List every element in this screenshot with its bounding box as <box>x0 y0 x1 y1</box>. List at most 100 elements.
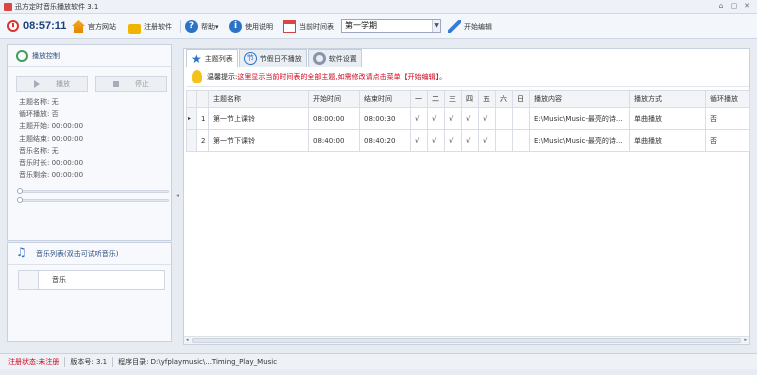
close-button[interactable]: ✕ <box>742 2 752 11</box>
tab-theme-list[interactable]: ★ 主题列表 <box>186 49 238 68</box>
cell[interactable]: 单曲播放 <box>629 129 706 152</box>
column-header[interactable]: 播放内容 <box>529 90 630 108</box>
timetable-button[interactable]: 当前时间表 <box>283 19 334 34</box>
maximize-button[interactable]: ▢ <box>729 2 739 11</box>
cell[interactable] <box>512 107 530 130</box>
register-status: 注册状态:未注册 <box>8 357 60 366</box>
cell[interactable]: 单曲播放 <box>629 107 706 130</box>
horizontal-scrollbar[interactable]: ◂ ▸ <box>184 336 749 344</box>
cell[interactable]: E:\Music\Music-最亮的诗... <box>529 107 630 130</box>
term-select[interactable]: 第一学期 ▼ <box>341 19 441 33</box>
cell[interactable]: √ <box>410 107 428 130</box>
column-header[interactable]: 日 <box>512 90 530 108</box>
music-duration-line: 音乐时长: 00:00:00 <box>19 158 84 167</box>
hint-text: 这里显示当前时间表的全部主题,如需修改请点击菜单【开始编辑】。 <box>237 72 447 81</box>
timetable-label: 当前时间表 <box>299 22 334 31</box>
column-header[interactable]: 五 <box>478 90 496 108</box>
column-header[interactable]: 结束时间 <box>359 90 411 108</box>
cell[interactable]: E:\Music\Music-最亮的诗... <box>529 129 630 152</box>
cell[interactable]: √ <box>461 129 479 152</box>
cell[interactable]: √ <box>410 129 428 152</box>
scroll-right-icon[interactable]: ▸ <box>744 337 747 343</box>
music-list-panel: 音乐列表(双击可试听音乐) 音乐 <box>7 242 172 342</box>
cell[interactable]: 第一节上课铃 <box>208 107 309 130</box>
calendar-icon <box>283 20 296 33</box>
cell[interactable]: 否 <box>705 129 750 152</box>
register-label: 注册软件 <box>144 22 172 31</box>
tab-bar: ★ 主题列表 节 节假日不播放 软件设置 <box>186 49 363 68</box>
cell[interactable]: √ <box>478 107 496 130</box>
table-row[interactable]: 2 第一节下课铃 08:40:00 08:40:20 √ √ √ √ √ E:\… <box>186 129 750 152</box>
register-button[interactable]: 注册软件 <box>128 19 172 34</box>
play-button[interactable]: 播放 <box>16 76 88 92</box>
cell[interactable] <box>495 129 513 152</box>
lock-icon <box>128 23 141 34</box>
tab-holidays[interactable]: 节 节假日不播放 <box>238 49 307 67</box>
music-list-table[interactable]: 音乐 <box>18 270 165 290</box>
tab-label: 软件设置 <box>328 54 357 63</box>
theme-end-line: 主题结束: 00:00:00 <box>19 134 84 143</box>
lightbulb-icon <box>192 70 202 83</box>
column-header[interactable]: 一 <box>410 90 428 108</box>
loop-line: 循环播放: 否 <box>19 110 59 119</box>
website-button[interactable]: 官方网站 <box>72 19 116 34</box>
cell[interactable]: √ <box>427 107 445 130</box>
column-header[interactable]: 二 <box>427 90 445 108</box>
cell[interactable]: √ <box>427 129 445 152</box>
music-column-header: 音乐 <box>52 276 66 284</box>
cell[interactable]: 第一节下课铃 <box>208 129 309 152</box>
scroll-left-icon[interactable]: ◂ <box>186 337 189 343</box>
stop-button[interactable]: 停止 <box>95 76 167 92</box>
help-menu-button[interactable]: ? 帮助 ▾ <box>185 19 219 34</box>
clock-time: 08:57:11 <box>23 20 67 32</box>
website-label: 官方网站 <box>88 22 116 31</box>
cell[interactable]: 08:40:00 <box>308 129 360 152</box>
tab-settings[interactable]: 软件设置 <box>307 49 362 67</box>
player-panel-header: 播放控制 <box>8 45 171 67</box>
music-list-title: 音乐列表(双击可试听音乐) <box>36 249 119 258</box>
column-header[interactable]: 三 <box>444 90 462 108</box>
title-bar: 迅方定时音乐播放软件 3.1 ⌂ ▢ ✕ <box>0 0 757 14</box>
edit-button[interactable]: 开始编辑 <box>448 19 492 34</box>
play-control-icon <box>16 49 28 62</box>
column-header[interactable]: 循环播放 <box>705 90 750 108</box>
gear-icon <box>312 52 326 65</box>
hint-bar: 温馨提示: 这里显示当前时间表的全部主题,如需修改请点击菜单【开始编辑】。 <box>186 67 749 87</box>
row-indicator-icon <box>186 129 197 152</box>
cell[interactable]: 08:00:00 <box>308 107 360 130</box>
column-header[interactable]: 开始时间 <box>308 90 360 108</box>
cell[interactable] <box>495 107 513 130</box>
cell[interactable]: 08:00:30 <box>359 107 411 130</box>
cell[interactable]: √ <box>478 129 496 152</box>
column-header[interactable]: 主题名称 <box>208 90 309 108</box>
cell[interactable]: √ <box>461 107 479 130</box>
stop-label: 停止 <box>135 80 149 88</box>
music-note-icon <box>16 245 32 260</box>
splitter-arrow-icon[interactable]: ◂ <box>176 192 179 199</box>
table-row[interactable]: ▸ 1 第一节上课铃 08:00:00 08:00:30 √ √ √ √ √ E… <box>186 107 750 130</box>
cell[interactable]: 08:40:20 <box>359 129 411 152</box>
chevron-down-icon[interactable]: ▼ <box>432 20 440 32</box>
theme-name-line: 主题名称: 无 <box>19 98 59 106</box>
hint-label: 温馨提示: <box>207 72 238 81</box>
usage-button[interactable]: i 使用说明 <box>229 19 273 34</box>
toolbar-divider <box>180 20 181 33</box>
cell[interactable]: 否 <box>705 107 750 130</box>
toolbar: 08:57:11 官方网站 注册软件 ? 帮助 ▾ i 使用说明 当前时间表 第… <box>0 14 757 39</box>
info-icon: i <box>229 20 242 33</box>
cell[interactable]: √ <box>444 107 462 130</box>
cell[interactable] <box>512 129 530 152</box>
play-icon <box>34 80 40 88</box>
progress-slider[interactable] <box>17 188 169 194</box>
slider-knob[interactable] <box>17 197 23 203</box>
column-header[interactable]: 四 <box>461 90 479 108</box>
minimize-button[interactable]: ⌂ <box>716 2 726 11</box>
column-header[interactable]: 六 <box>495 90 513 108</box>
column-header[interactable]: 播放方式 <box>629 90 706 108</box>
slider-knob[interactable] <box>17 188 23 194</box>
volume-slider[interactable] <box>17 197 169 203</box>
stop-icon <box>113 81 119 87</box>
scrollbar-thumb[interactable] <box>192 338 741 343</box>
player-buttons: 播放 停止 <box>16 76 172 92</box>
cell[interactable]: √ <box>444 129 462 152</box>
